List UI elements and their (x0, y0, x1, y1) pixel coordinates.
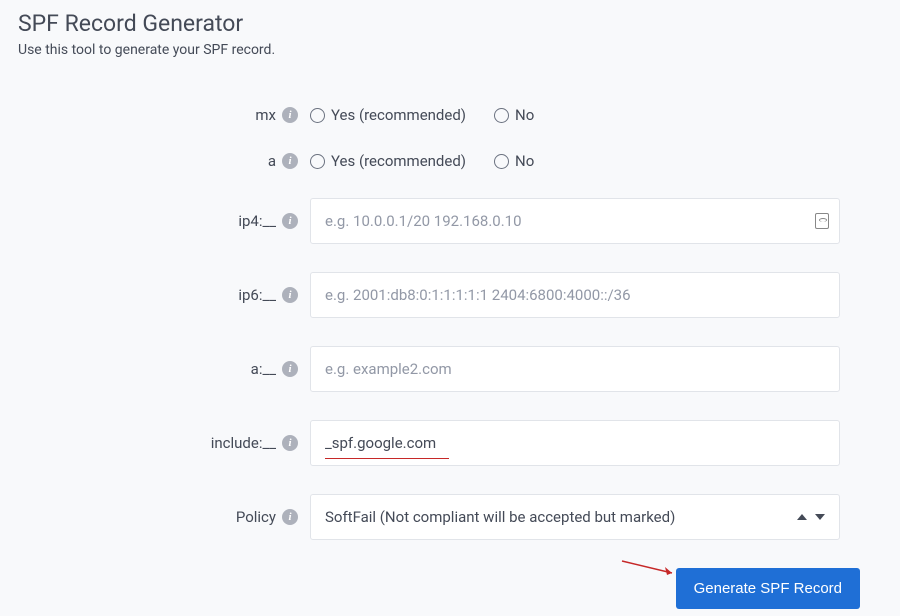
info-icon[interactable]: i (282, 287, 298, 303)
radio-icon (310, 108, 325, 123)
info-icon[interactable]: i (282, 213, 298, 229)
include-input[interactable]: _spf.google.com (310, 420, 840, 466)
annotation-arrow-icon (620, 557, 680, 577)
mx-radio-group: Yes (recommended) No (310, 106, 860, 124)
a-label: a (268, 152, 276, 170)
mx-yes-label: Yes (recommended) (331, 106, 466, 124)
chevron-up-icon (797, 514, 807, 520)
include-value: _spf.google.com (325, 434, 436, 452)
generate-button[interactable]: Generate SPF Record (676, 568, 860, 609)
mx-no-label: No (515, 106, 534, 124)
policy-value: SoftFail (Not compliant will be accepted… (325, 508, 675, 526)
contacts-icon[interactable] (815, 213, 829, 229)
mx-label: mx (255, 106, 276, 124)
page-title: SPF Record Generator (18, 10, 882, 37)
mx-no-option[interactable]: No (494, 106, 534, 124)
a-no-label: No (515, 152, 534, 170)
include-label: include:__ (211, 434, 276, 452)
a-no-option[interactable]: No (494, 152, 534, 170)
spellcheck-underline (325, 458, 449, 460)
ip6-input[interactable]: e.g. 2001:db8:0:1:1:1:1:1 2404:6800:4000… (310, 272, 840, 318)
ip4-input[interactable]: e.g. 10.0.0.1/20 192.168.0.10 (310, 198, 840, 244)
ip6-label: ip6:__ (238, 286, 276, 304)
policy-label: Policy (236, 508, 276, 526)
radio-icon (494, 154, 509, 169)
info-icon[interactable]: i (282, 435, 298, 451)
radio-icon (310, 154, 325, 169)
info-icon[interactable]: i (282, 107, 298, 123)
a-yes-option[interactable]: Yes (recommended) (310, 152, 466, 170)
a-yes-label: Yes (recommended) (331, 152, 466, 170)
info-icon[interactable]: i (282, 509, 298, 525)
info-icon[interactable]: i (282, 361, 298, 377)
a-field-placeholder: e.g. example2.com (325, 360, 452, 378)
page-subtitle: Use this tool to generate your SPF recor… (18, 42, 882, 58)
info-icon[interactable]: i (282, 153, 298, 169)
a-field-label: a:__ (251, 360, 276, 378)
ip4-label: ip4:__ (238, 212, 276, 230)
ip4-placeholder: e.g. 10.0.0.1/20 192.168.0.10 (325, 212, 522, 230)
ip6-placeholder: e.g. 2001:db8:0:1:1:1:1:1 2404:6800:4000… (325, 286, 631, 304)
radio-icon (494, 108, 509, 123)
a-field-input[interactable]: e.g. example2.com (310, 346, 840, 392)
select-arrows-icon (797, 514, 825, 520)
chevron-down-icon (815, 514, 825, 520)
mx-yes-option[interactable]: Yes (recommended) (310, 106, 466, 124)
spf-form: mx i Yes (recommended) No a i (0, 66, 900, 609)
policy-select[interactable]: SoftFail (Not compliant will be accepted… (310, 494, 840, 540)
a-radio-group: Yes (recommended) No (310, 152, 860, 170)
